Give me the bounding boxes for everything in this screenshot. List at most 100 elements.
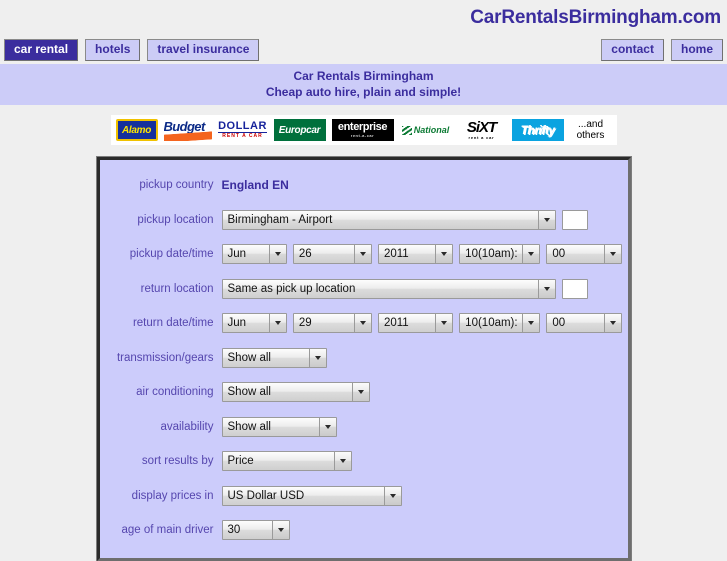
chevron-down-icon[interactable] (351, 383, 369, 402)
select-pickup-day[interactable]: 26 (292, 244, 372, 265)
nav-tab-home[interactable]: home (670, 39, 723, 61)
nav-tab-car-rental[interactable]: car rental (4, 39, 79, 61)
site-title: CarRentalsBirmingham.com (470, 7, 721, 28)
select-pickup-month[interactable]: Jun (221, 244, 287, 265)
national-logo: National (399, 119, 452, 141)
select-return-month[interactable]: Jun (221, 313, 287, 334)
and-others-line2: others (576, 130, 605, 141)
select-return-year-value: 2011 (383, 317, 409, 330)
brand-logo-strip: Alamo Budget DOLLAR RENT A CAR Europcar … (110, 115, 617, 145)
label-sort-results: sort results by (141, 455, 214, 468)
select-return-location-value: Same as pick up location (227, 282, 356, 295)
select-air-conditioning-value: Show all (227, 386, 271, 399)
enterprise-logo: enterprise rent-a-car (331, 119, 394, 141)
row-sort-results: sort results by Price (100, 444, 628, 479)
sixt-logo: SiXT rent a car (457, 119, 506, 141)
select-return-location[interactable]: Same as pick up location (221, 278, 556, 299)
select-return-hour[interactable]: 10(10am): (459, 313, 541, 334)
search-form-wrapper: pickup country England EN pickup locatio… (0, 156, 727, 561)
chevron-down-icon[interactable] (603, 314, 621, 333)
enterprise-logo-text: enterprise (337, 121, 388, 133)
chevron-down-icon[interactable] (318, 417, 336, 436)
chevron-down-icon[interactable] (435, 245, 453, 264)
site-header: CarRentalsBirmingham.com (0, 0, 727, 38)
select-pickup-location-value: Birmingham - Airport (227, 213, 333, 226)
select-pickup-minute[interactable]: 00 (546, 244, 622, 265)
row-driver-age: age of main driver 30 (100, 513, 628, 548)
select-return-year[interactable]: 2011 (377, 313, 454, 334)
dollar-logo-subtext: RENT A CAR (222, 133, 263, 139)
select-transmission-value: Show all (227, 351, 271, 364)
nav-tab-travel-insurance[interactable]: travel insurance (147, 39, 260, 61)
pickup-location-code-input[interactable] (561, 209, 588, 230)
label-air-conditioning: air conditioning (136, 386, 214, 399)
select-return-minute[interactable]: 00 (546, 313, 622, 334)
select-availability[interactable]: Show all (221, 416, 337, 437)
nav-tab-contact[interactable]: contact (601, 39, 664, 61)
label-return-location: return location (140, 282, 214, 295)
select-pickup-hour[interactable]: 10(10am): (459, 244, 541, 265)
row-return-datetime: return date/time Jun 29 2011 10(10am): 0… (100, 306, 628, 341)
return-location-code-input[interactable] (561, 278, 588, 299)
chevron-down-icon[interactable] (308, 348, 326, 367)
select-driver-age[interactable]: 30 (221, 520, 290, 541)
tagline-band: Car Rentals Birmingham Cheap auto hire, … (0, 64, 727, 105)
select-sort-results-value: Price (227, 455, 254, 468)
select-driver-age-value: 30 (227, 524, 241, 537)
budget-logo-text: Budget (163, 119, 206, 134)
label-transmission: transmission/gears (116, 351, 214, 364)
chevron-down-icon[interactable] (271, 521, 289, 540)
alamo-logo: Alamo (115, 119, 158, 141)
budget-logo: Budget (163, 119, 212, 141)
select-return-day-value: 29 (298, 317, 312, 330)
label-return-datetime: return date/time (132, 317, 214, 330)
select-transmission[interactable]: Show all (221, 347, 327, 368)
brand-logo-strip-wrapper: Alamo Budget DOLLAR RENT A CAR Europcar … (0, 105, 727, 157)
nav-tab-hotels[interactable]: hotels (85, 39, 141, 61)
select-return-hour-value: 10(10am): (465, 317, 518, 330)
select-return-day[interactable]: 29 (292, 313, 372, 334)
sixt-logo-subtext: rent a car (468, 134, 495, 140)
nav-right-group: contact home (601, 39, 723, 61)
chevron-down-icon[interactable] (537, 279, 555, 298)
label-pickup-datetime: pickup date/time (129, 248, 214, 261)
nav-left-group: car rental hotels travel insurance (4, 39, 260, 61)
europcar-logo: Europcar (273, 119, 326, 141)
label-driver-age: age of main driver (121, 524, 214, 537)
chevron-down-icon[interactable] (435, 314, 453, 333)
value-pickup-country: England EN (221, 178, 289, 193)
chevron-down-icon[interactable] (522, 245, 540, 264)
row-pickup-location: pickup location Birmingham - Airport (100, 203, 628, 238)
chevron-down-icon[interactable] (522, 314, 540, 333)
label-availability: availability (160, 420, 214, 433)
tagline-heading: Car Rentals Birmingham (293, 69, 434, 83)
national-logo-mark (401, 125, 412, 135)
select-sort-results[interactable]: Price (221, 451, 352, 472)
enterprise-logo-subtext: rent-a-car (350, 133, 375, 138)
select-availability-value: Show all (227, 420, 271, 433)
select-return-month-value: Jun (227, 317, 247, 330)
chevron-down-icon[interactable] (537, 210, 555, 229)
select-display-currency[interactable]: US Dollar USD (221, 485, 402, 506)
select-return-minute-value: 00 (552, 317, 566, 330)
chevron-down-icon[interactable] (333, 452, 351, 471)
dollar-logo-text: DOLLAR (218, 120, 267, 133)
chevron-down-icon[interactable] (383, 486, 401, 505)
chevron-down-icon[interactable] (353, 245, 371, 264)
select-pickup-hour-value: 10(10am): (465, 248, 518, 261)
select-pickup-month-value: Jun (227, 248, 247, 261)
row-return-location: return location Same as pick up location (100, 272, 628, 307)
label-pickup-country: pickup country (139, 179, 214, 192)
chevron-down-icon[interactable] (268, 245, 286, 264)
select-pickup-year[interactable]: 2011 (377, 244, 454, 265)
row-pickup-country: pickup country England EN (100, 168, 628, 203)
row-air-conditioning: air conditioning Show all (100, 375, 628, 410)
chevron-down-icon[interactable] (268, 314, 286, 333)
select-pickup-location[interactable]: Birmingham - Airport (221, 209, 556, 230)
chevron-down-icon[interactable] (603, 245, 621, 264)
label-display-prices: display prices in (131, 489, 214, 502)
select-air-conditioning[interactable]: Show all (221, 382, 370, 403)
chevron-down-icon[interactable] (353, 314, 371, 333)
and-others-label: ...and others (569, 119, 612, 141)
select-pickup-minute-value: 00 (552, 248, 566, 261)
